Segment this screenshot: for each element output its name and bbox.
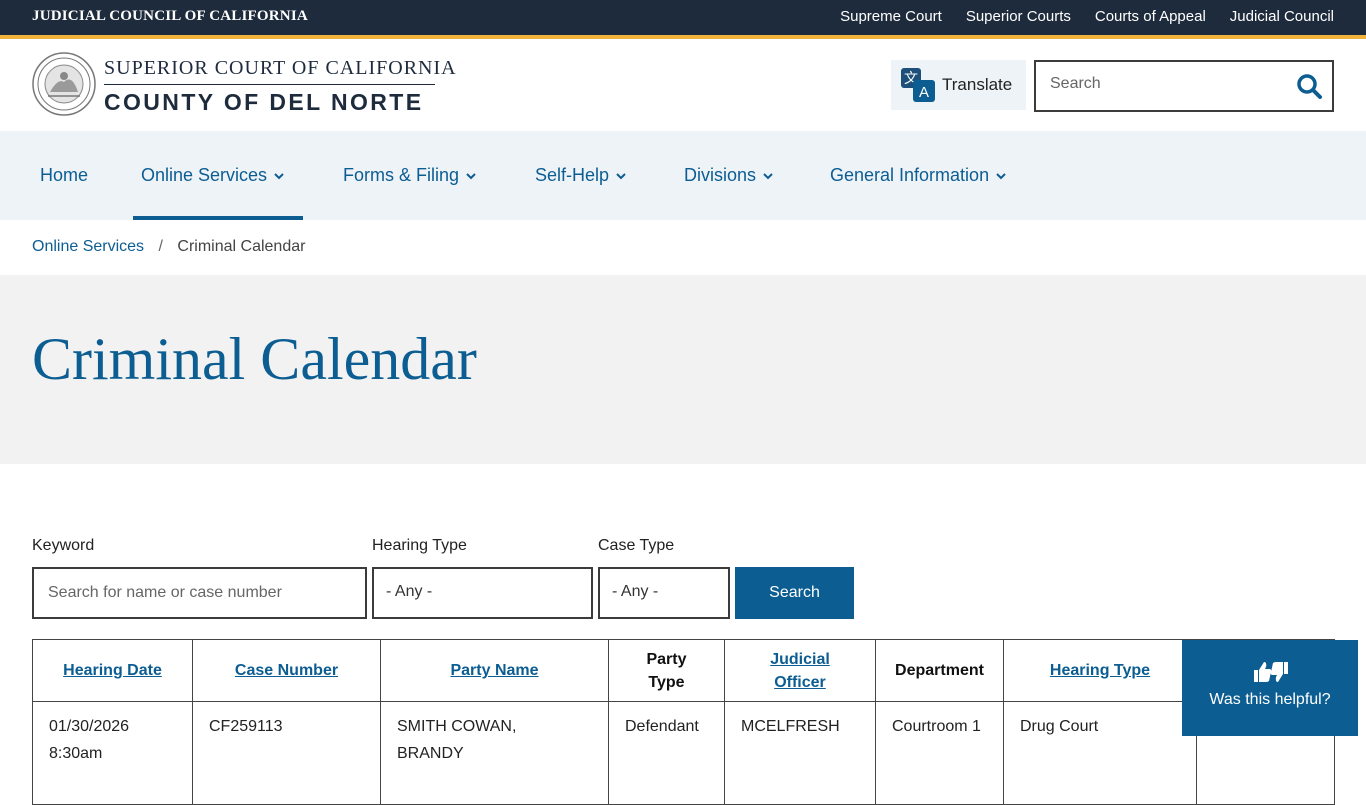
supreme-court-link[interactable]: Supreme Court bbox=[840, 8, 942, 25]
page-hero: Criminal Calendar bbox=[0, 275, 1366, 464]
header-judicial-officer-line2: Officer bbox=[774, 673, 826, 691]
nav-active-indicator bbox=[133, 216, 303, 220]
courts-of-appeal-link[interactable]: Courts of Appeal bbox=[1095, 8, 1206, 25]
header-party-type: Party Type bbox=[608, 639, 725, 702]
brand-line-superior-court[interactable]: SUPERIOR COURT OF CALIFORNIA bbox=[104, 57, 457, 80]
sort-hearing-type-link[interactable]: Hearing Type bbox=[1050, 662, 1150, 679]
translate-button[interactable]: 文 A Translate bbox=[891, 60, 1026, 110]
nav-divisions[interactable]: Divisions bbox=[684, 131, 774, 220]
page-title: Criminal Calendar bbox=[32, 326, 477, 392]
cell-party-name: SMITH COWAN, BRANDY bbox=[380, 701, 609, 805]
chevron-down-icon bbox=[996, 172, 1006, 179]
nav-general-information[interactable]: General Information bbox=[830, 131, 1007, 220]
site-header: SUPERIOR COURT OF CALIFORNIA COUNTY OF D… bbox=[0, 39, 1366, 131]
court-seal-icon[interactable] bbox=[32, 52, 96, 116]
nav-self-help-label: Self-Help bbox=[535, 165, 610, 185]
judicial-council-top-link[interactable]: Judicial Council bbox=[1230, 8, 1334, 25]
sort-party-name-link[interactable]: Party Name bbox=[450, 662, 538, 679]
header-judicial-officer-line1: Judicial bbox=[770, 650, 830, 668]
case-type-value: - Any - bbox=[612, 583, 659, 600]
keyword-label: Keyword bbox=[32, 537, 95, 554]
sort-case-number-link[interactable]: Case Number bbox=[235, 662, 338, 679]
cell-hearing-date: 01/30/2026 8:30am bbox=[32, 701, 193, 805]
cell-department: Courtroom 1 bbox=[875, 701, 1004, 805]
header-judicial-officer: Judicial Officer bbox=[724, 639, 876, 702]
cell-party-type: Defendant bbox=[608, 701, 725, 805]
site-search bbox=[1034, 60, 1334, 112]
cell-party-name-line2: BRANDY bbox=[397, 745, 464, 762]
cell-case-number: CF259113 bbox=[192, 701, 381, 805]
cell-judicial-officer: MCELFRESH bbox=[724, 701, 876, 805]
nav-online-services-label: Online Services bbox=[141, 165, 268, 185]
nav-online-services[interactable]: Online Services bbox=[141, 131, 285, 220]
superior-courts-link[interactable]: Superior Courts bbox=[966, 8, 1071, 25]
sort-judicial-officer-link[interactable]: Judicial Officer bbox=[770, 651, 830, 691]
feedback-widget[interactable]: Was this helpful? bbox=[1182, 640, 1358, 736]
feedback-label: Was this helpful? bbox=[1209, 691, 1331, 708]
judicial-council-link[interactable]: JUDICIAL COUNCIL OF CALIFORNIA bbox=[32, 8, 308, 25]
search-button[interactable]: Search bbox=[735, 567, 854, 619]
translate-icon: 文 A bbox=[901, 68, 935, 102]
chevron-down-icon bbox=[466, 172, 476, 179]
header-hearing-type: Hearing Type bbox=[1003, 639, 1197, 702]
site-search-input[interactable] bbox=[1048, 74, 1282, 94]
table-row: 01/30/2026 8:30am CF259113 SMITH COWAN, BR… bbox=[32, 701, 1335, 805]
svg-text:A: A bbox=[919, 84, 929, 101]
main-nav: Home Online Services Forms & Filing Self… bbox=[0, 131, 1366, 220]
header-party-type-line2: Type bbox=[648, 673, 685, 691]
chevron-down-icon bbox=[274, 172, 284, 179]
cell-hearing-type: Drug Court bbox=[1003, 701, 1197, 805]
case-type-label: Case Type bbox=[598, 537, 675, 554]
breadcrumb-online-services[interactable]: Online Services bbox=[32, 238, 144, 255]
nav-forms-filing-label: Forms & Filing bbox=[343, 165, 460, 185]
hearing-type-select[interactable]: - Any - bbox=[372, 567, 593, 619]
translate-label: Translate bbox=[942, 75, 1013, 94]
utility-links: Supreme Court Superior Courts Courts of … bbox=[840, 8, 1334, 25]
sort-hearing-date-link[interactable]: Hearing Date bbox=[63, 662, 162, 679]
nav-general-information-label: General Information bbox=[830, 165, 990, 185]
header-case-number: Case Number bbox=[192, 639, 381, 702]
header-party-type-line1: Party bbox=[646, 650, 687, 668]
keyword-field bbox=[32, 567, 367, 619]
cell-party-name-line1: SMITH COWAN, bbox=[397, 718, 517, 735]
keyword-input[interactable] bbox=[46, 583, 350, 603]
brand-line-county[interactable]: COUNTY OF DEL NORTE bbox=[104, 89, 424, 116]
utility-bar: JUDICIAL COUNCIL OF CALIFORNIA Supreme C… bbox=[0, 0, 1366, 39]
brand-divider bbox=[104, 84, 435, 85]
hearing-type-label: Hearing Type bbox=[372, 537, 467, 554]
case-type-select[interactable]: - Any - bbox=[598, 567, 730, 619]
breadcrumb-current: Criminal Calendar bbox=[177, 238, 306, 255]
nav-home[interactable]: Home bbox=[40, 131, 88, 220]
nav-home-label: Home bbox=[40, 165, 89, 185]
chevron-down-icon bbox=[763, 172, 773, 179]
breadcrumb: Online Services / Criminal Calendar bbox=[32, 238, 305, 256]
breadcrumb-separator: / bbox=[158, 238, 163, 255]
criminal-calendar-table: Hearing Date Case Number Party Name Part… bbox=[32, 639, 1335, 805]
thumbs-up-down-icon bbox=[1254, 662, 1288, 682]
nav-forms-filing[interactable]: Forms & Filing bbox=[343, 131, 477, 220]
cell-time: 8:30am bbox=[49, 745, 103, 762]
cell-date: 01/30/2026 bbox=[49, 718, 130, 735]
nav-divisions-label: Divisions bbox=[684, 165, 757, 185]
hearing-type-value: - Any - bbox=[386, 583, 433, 600]
nav-self-help[interactable]: Self-Help bbox=[535, 131, 627, 220]
search-icon[interactable] bbox=[1296, 73, 1322, 99]
header-hearing-date: Hearing Date bbox=[32, 639, 193, 702]
table-header-row: Hearing Date Case Number Party Name Part… bbox=[32, 639, 1335, 702]
header-party-name: Party Name bbox=[380, 639, 609, 702]
header-department: Department bbox=[875, 639, 1004, 702]
chevron-down-icon bbox=[616, 172, 626, 179]
